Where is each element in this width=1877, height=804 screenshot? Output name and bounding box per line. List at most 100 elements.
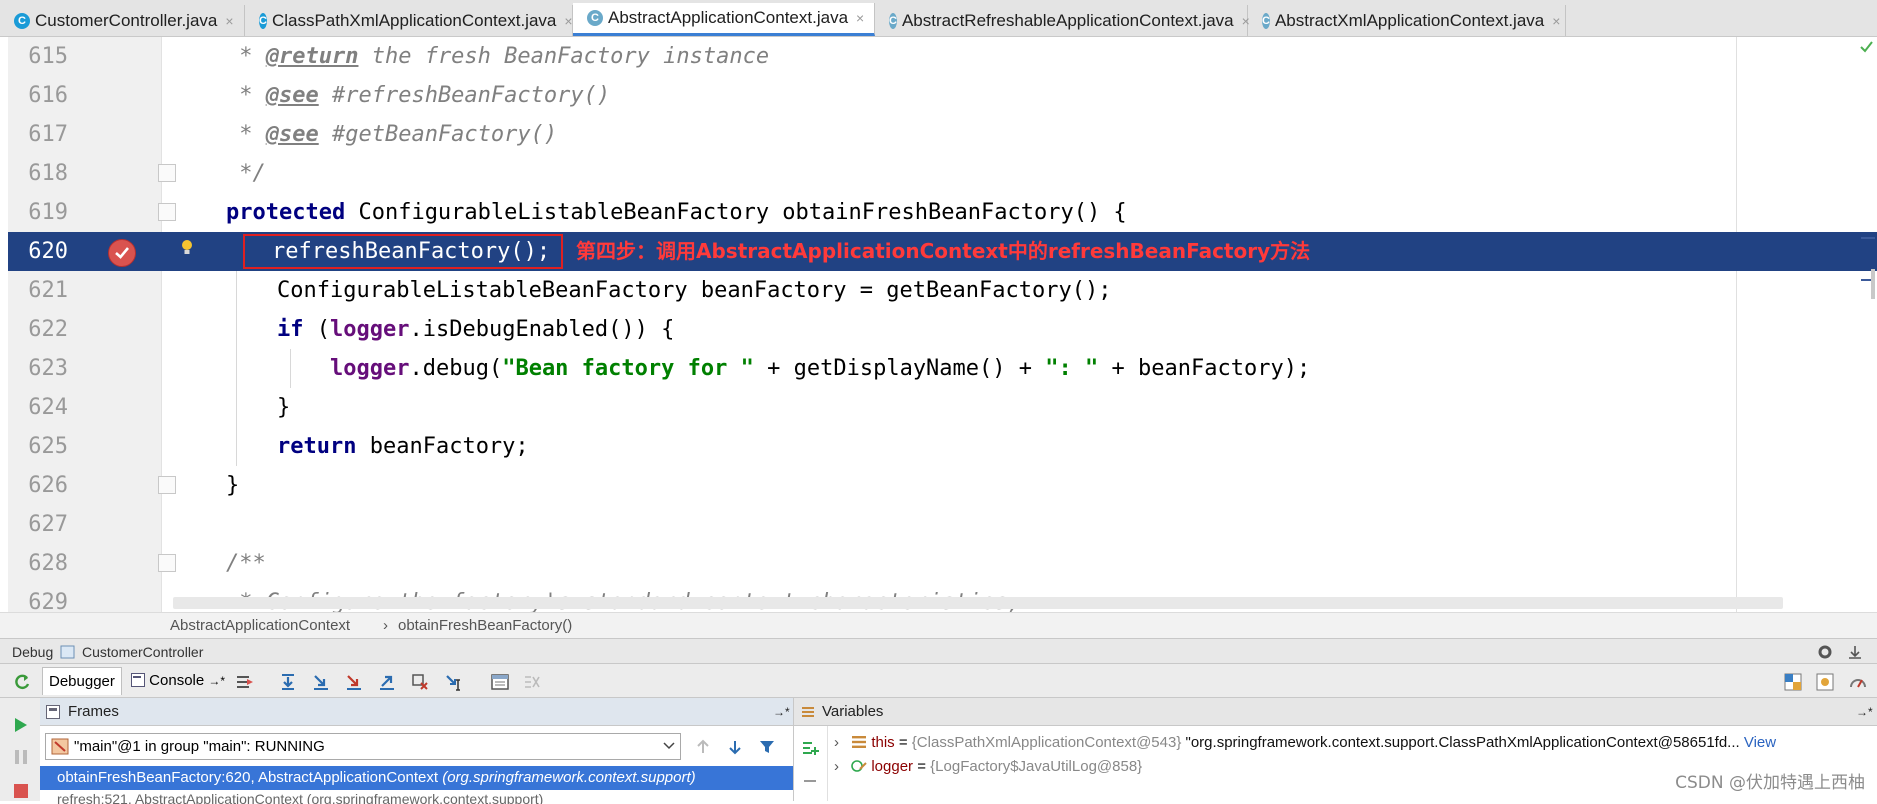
debug-toolbar: Debugger Console →* <box>0 664 1877 698</box>
evaluate-expression-icon[interactable] <box>490 672 510 692</box>
frame-row-selected[interactable]: obtainFreshBeanFactory:620, AbstractAppl… <box>40 766 793 790</box>
thread-selector[interactable]: "main"@1 in group "main": RUNNING <box>45 733 681 760</box>
resume-icon[interactable] <box>12 716 30 734</box>
abstract-class-icon: C <box>587 10 603 26</box>
close-icon[interactable]: × <box>1552 13 1560 29</box>
variable-row[interactable]: › this = {ClassPathXmlApplicationContext… <box>834 731 1776 755</box>
expand-arrow-icon[interactable]: › <box>834 734 839 751</box>
indent-guide <box>236 388 237 427</box>
line-number: 626 <box>28 473 68 498</box>
line-number: 620 <box>28 239 68 264</box>
code-text: */ <box>226 161 266 186</box>
tab-label: AbstractApplicationContext.java <box>608 8 849 27</box>
arrow-down-icon[interactable] <box>726 738 744 756</box>
trace-current-stream-icon[interactable] <box>522 672 542 692</box>
show-execution-point-icon[interactable] <box>235 672 255 692</box>
line-number: 628 <box>28 551 68 576</box>
variable-name: logger <box>871 758 914 775</box>
frame-package: (org.springframework.context.support) <box>442 769 696 786</box>
debug-title: Debug <box>12 644 54 660</box>
debug-side-toolbar <box>0 698 41 801</box>
fold-marker-icon[interactable] <box>158 203 176 221</box>
tab-debugger[interactable]: Debugger <box>42 667 122 695</box>
code-text: * @see #refreshBeanFactory() <box>226 83 611 108</box>
pin-icon[interactable]: →* <box>1856 698 1873 726</box>
code-line[interactable]: 615 * @return the fresh BeanFactory inst… <box>8 37 1877 76</box>
breadcrumb-method[interactable]: obtainFreshBeanFactory() <box>398 613 572 639</box>
code-line[interactable]: 626 } <box>8 466 1877 505</box>
code-line-current[interactable]: 620 refreshBeanFactory(); 第四步：调用Abstract… <box>8 232 1877 271</box>
run-config-icon <box>60 645 75 659</box>
line-number: 629 <box>28 590 68 612</box>
remove-watch-icon[interactable] <box>800 774 820 788</box>
variables-header: Variables →* <box>794 698 1877 726</box>
code-editor[interactable]: 615 * @return the fresh BeanFactory inst… <box>8 37 1877 612</box>
rerun-icon[interactable] <box>12 672 32 692</box>
hide-panel-icon[interactable] <box>1847 644 1863 660</box>
close-icon[interactable]: × <box>564 13 572 29</box>
filter-icon[interactable] <box>758 738 776 756</box>
abstract-class-icon: C <box>889 12 897 29</box>
tab-classpath-xml-application-context[interactable]: C ClassPathXmlApplicationContext.java × <box>245 5 573 36</box>
annotation-text: 第四步：调用AbstractApplicationContext中的refres… <box>576 239 1311 263</box>
run-to-cursor-icon[interactable] <box>444 672 464 692</box>
code-text: if (logger.isDebugEnabled()) { <box>277 317 675 342</box>
fold-marker-icon[interactable] <box>158 554 176 572</box>
view-link[interactable]: View <box>1744 734 1776 751</box>
variable-row[interactable]: › logger = {LogFactory$JavaUtilLog@858} <box>834 755 1142 779</box>
code-line[interactable]: 616 * @see #refreshBeanFactory() <box>8 76 1877 115</box>
code-line[interactable]: 619 protected ConfigurableListableBeanFa… <box>8 193 1877 232</box>
variable-name: this <box>871 734 895 751</box>
lightbulb-icon[interactable] <box>180 239 194 257</box>
tab-customer-controller[interactable]: C CustomerController.java × <box>0 5 245 36</box>
code-line[interactable]: 625 return beanFactory; <box>8 427 1877 466</box>
console-icon <box>131 673 145 687</box>
fold-marker-icon[interactable] <box>158 164 176 182</box>
error-stripe[interactable] <box>1857 37 1877 612</box>
close-icon[interactable]: × <box>856 10 864 26</box>
breakpoint-icon[interactable] <box>108 239 136 267</box>
code-text: logger.debug("Bean factory for " + getDi… <box>330 356 1311 381</box>
tab-abstract-xml-application-context[interactable]: C AbstractXmlApplicationContext.java × <box>1248 5 1566 36</box>
code-line[interactable]: 624 } <box>8 388 1877 427</box>
force-step-into-icon[interactable] <box>344 672 364 692</box>
expand-arrow-icon[interactable]: › <box>834 758 839 775</box>
stop-icon[interactable] <box>12 782 30 800</box>
new-watch-icon[interactable] <box>800 738 820 758</box>
breadcrumb-class[interactable]: AbstractApplicationContext <box>170 613 350 639</box>
code-line[interactable]: 627 <box>8 505 1877 544</box>
restore-layout-icon[interactable] <box>1783 672 1803 692</box>
code-line[interactable]: 618 */ <box>8 154 1877 193</box>
code-line[interactable]: 622 if (logger.isDebugEnabled()) { <box>8 310 1877 349</box>
tab-abstract-refreshable-application-context[interactable]: C AbstractRefreshableApplicationContext.… <box>875 5 1250 36</box>
indent-guide <box>236 349 237 388</box>
close-icon[interactable]: × <box>225 13 233 29</box>
code-line[interactable]: 621 ConfigurableListableBeanFactory bean… <box>8 271 1877 310</box>
frame-row[interactable]: refresh:521, AbstractApplicationContext … <box>40 790 793 804</box>
step-into-icon[interactable] <box>311 672 331 692</box>
code-text: return beanFactory; <box>277 434 529 459</box>
frames-icon <box>46 705 60 719</box>
pause-icon[interactable] <box>12 748 30 766</box>
code-line[interactable]: 623 logger.debug("Bean factory for " + g… <box>8 349 1877 388</box>
arrow-up-icon[interactable] <box>694 738 712 756</box>
step-out-icon[interactable] <box>377 672 397 692</box>
tab-abstract-application-context[interactable]: C AbstractApplicationContext.java × <box>573 3 875 36</box>
step-over-icon[interactable] <box>278 672 298 692</box>
gear-icon[interactable] <box>1817 644 1833 660</box>
horizontal-scrollbar[interactable] <box>173 597 1783 609</box>
code-line[interactable]: 628 /** <box>8 544 1877 583</box>
tab-label: ClassPathXmlApplicationContext.java <box>271 10 557 30</box>
fold-marker-icon[interactable] <box>158 476 176 494</box>
code-line[interactable]: 617 * @see #getBeanFactory() <box>8 115 1877 154</box>
tab-label: AbstractRefreshableApplicationContext.ja… <box>901 10 1234 30</box>
drop-frame-icon[interactable] <box>410 672 430 692</box>
pin-icon[interactable]: →* <box>773 698 790 726</box>
tab-console[interactable]: Console →* <box>125 667 231 695</box>
memory-gauge-icon[interactable] <box>1848 672 1868 692</box>
chevron-down-icon[interactable] <box>663 742 675 750</box>
breadcrumb: AbstractApplicationContext › obtainFresh… <box>0 612 1877 638</box>
variables-icon <box>802 707 814 717</box>
debug-tool-window-header: Debug CustomerController <box>0 638 1877 664</box>
settings-layout-icon[interactable] <box>1815 672 1835 692</box>
